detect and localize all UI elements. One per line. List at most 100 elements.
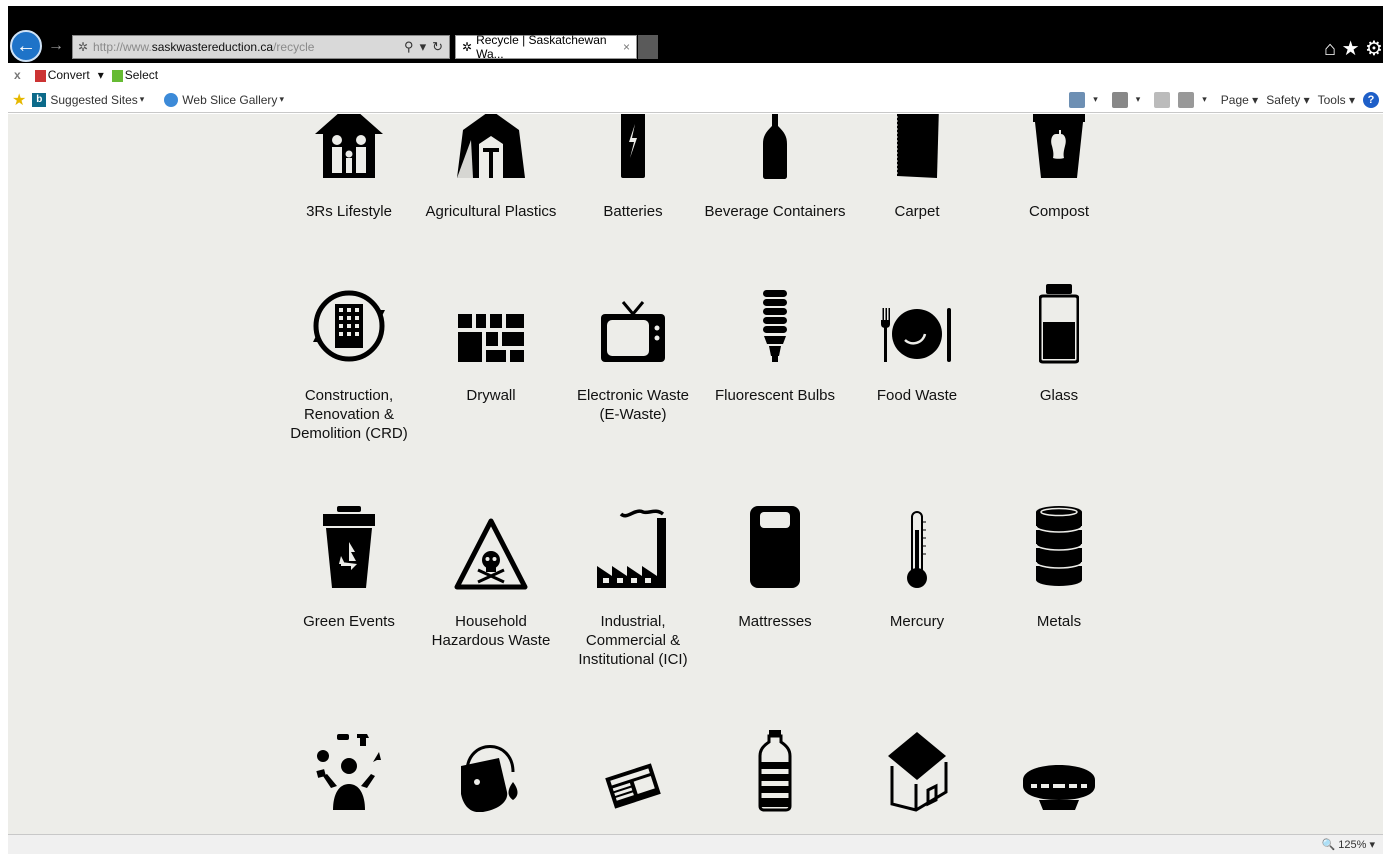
category-label-line: Construction, [304, 387, 394, 404]
category-label: Green Events [303, 613, 395, 630]
zoom-level: 125% [1338, 839, 1367, 851]
category-juggler[interactable] [278, 722, 420, 812]
tab-close-icon[interactable]: × [623, 40, 636, 54]
category-label: Metals [1036, 613, 1082, 630]
category-drywall[interactable]: Drywall [420, 274, 562, 405]
category-carpet[interactable]: Carpet [846, 114, 988, 221]
category-label: Compost [1028, 203, 1090, 220]
category-mercury[interactable]: Mercury [846, 500, 988, 631]
page-menu[interactable]: Page ▾ [1221, 93, 1258, 107]
category-batteries[interactable]: Batteries [562, 114, 704, 221]
help-icon[interactable]: ? [1363, 91, 1379, 108]
family-house-icon [315, 114, 383, 178]
category-metals[interactable]: Metals [988, 500, 1130, 631]
zoom-icon: 🔍 [1321, 839, 1336, 851]
pdf-convert-icon [34, 69, 46, 82]
barn-icon [457, 114, 525, 178]
rss-caret-icon[interactable]: ▾ [1136, 94, 1141, 105]
bottle-icon [763, 114, 787, 179]
category-label-line: Household [455, 613, 527, 630]
category-label: Drywall [466, 387, 516, 404]
category-label-line: Electronic Waste [577, 387, 689, 404]
plate-utensils-icon [881, 308, 951, 362]
metal-can-stack-icon [1035, 506, 1083, 586]
browser-tools[interactable]: ⌂ ★ ⚙ [1324, 36, 1383, 61]
compost-bin-icon [1033, 114, 1085, 178]
ie-icon [164, 92, 179, 107]
category-compost[interactable]: Compost [988, 114, 1130, 221]
print-icon[interactable] [1178, 91, 1195, 108]
address-bar[interactable]: ✲ http://www. saskwastereduction.ca/recyc… [72, 35, 450, 59]
category-food-waste[interactable]: Food Waste [846, 274, 988, 405]
category-label: Fluorescent Bulbs [714, 387, 836, 404]
battery-icon [621, 114, 645, 178]
plastic-bottle-icon [758, 730, 792, 812]
print-caret-icon[interactable]: ▾ [1202, 94, 1207, 105]
category-beverage-containers[interactable]: Beverage Containers [704, 114, 846, 221]
category-paint[interactable] [420, 722, 562, 812]
category-label: Food Waste [876, 387, 958, 404]
url-domain: saskwastereduction.ca [151, 40, 274, 54]
suggested-sites-link[interactable]: Suggested Sites [50, 93, 137, 107]
category-ici[interactable]: Industrial, Commercial & Institutional (IC… [562, 500, 704, 669]
mail-icon[interactable] [1154, 91, 1171, 108]
house-roof-icon [888, 732, 948, 812]
category-agricultural-plastics[interactable]: Agricultural Plastics [420, 114, 562, 221]
category-label: Mattresses [738, 613, 812, 630]
refresh-icon[interactable]: ↻ [432, 39, 443, 55]
category-label: 3Rs Lifestyle [306, 203, 392, 220]
category-green-events[interactable]: Green Events [278, 500, 420, 631]
category-plastics[interactable] [704, 722, 846, 812]
url-prefix: http://www. [93, 40, 152, 54]
new-tab-button[interactable] [638, 35, 658, 59]
convert-dropdown-icon[interactable]: ▾ [98, 68, 104, 82]
category-crd[interactable]: Construction, Renovation & Demolition (CRD… [278, 274, 420, 443]
category-smoke-detectors[interactable] [988, 722, 1130, 812]
dropdown-icon[interactable]: ▾ [420, 39, 427, 55]
zoom-control[interactable]: 🔍 125% ▾ [1322, 838, 1376, 851]
close-toolbar-icon[interactable]: x [14, 68, 21, 82]
web-slice-caret-icon[interactable]: ▾ [279, 94, 284, 105]
drywall-panels-icon [458, 314, 524, 362]
category-paper[interactable] [562, 722, 704, 812]
rss-feed-icon[interactable] [1111, 91, 1128, 108]
convert-button[interactable]: Convert [34, 68, 90, 82]
newspaper-icon [605, 763, 661, 809]
command-bar: x Convert ▾ Select [8, 63, 1383, 87]
juggling-person-icon [316, 734, 381, 810]
paint-can-pour-icon [461, 745, 518, 812]
category-label: Beverage Containers [704, 203, 846, 220]
building-cycle-icon [313, 290, 385, 362]
select-button[interactable]: Select [111, 68, 158, 82]
tab-recycle[interactable]: ✲ Recycle | Saskatchewan Wa... × [455, 33, 637, 61]
favorites-bar: ★ b Suggested Sites ▾ Web Slice Gallery … [8, 87, 1383, 113]
category-e-waste[interactable]: Electronic Waste (E-Waste) [562, 274, 704, 424]
site-favicon-icon: ✲ [77, 40, 89, 54]
status-bar: 🔍 125% ▾ [8, 834, 1383, 854]
category-household-hazardous-waste[interactable]: Household Hazardous Waste [420, 500, 562, 650]
category-3rs-lifestyle[interactable]: 3Rs Lifestyle [278, 114, 420, 221]
web-slice-gallery-link[interactable]: Web Slice Gallery [182, 93, 277, 107]
pdf-select-icon [111, 69, 123, 82]
suggested-sites-caret-icon[interactable]: ▾ [140, 94, 145, 105]
search-icon[interactable]: ⚲ [404, 39, 414, 55]
tab-favicon-icon: ✲ [462, 40, 473, 54]
back-button[interactable]: ← [10, 30, 42, 62]
category-label-line: Hazardous Waste [431, 632, 551, 649]
category-fluorescent-bulbs[interactable]: Fluorescent Bulbs [704, 274, 846, 405]
favorites-star-icon[interactable]: ★ [12, 90, 26, 110]
forward-button[interactable]: → [48, 37, 64, 55]
category-glass[interactable]: Glass [988, 274, 1130, 405]
glass-jar-icon [1039, 284, 1079, 364]
category-label-line: Industrial, [600, 613, 666, 630]
category-roofing[interactable] [846, 722, 988, 812]
home-star-gear-icons[interactable]: ⌂ ★ ⚙ [1324, 36, 1383, 61]
zoom-caret-icon: ▾ [1369, 839, 1375, 851]
carpet-icon [896, 114, 939, 178]
home-icon[interactable] [1069, 91, 1086, 108]
television-icon [601, 301, 665, 362]
home-caret-icon[interactable]: ▾ [1093, 94, 1098, 105]
category-mattresses[interactable]: Mattresses [704, 500, 846, 631]
safety-menu[interactable]: Safety ▾ [1266, 93, 1309, 107]
tools-menu[interactable]: Tools ▾ [1318, 93, 1355, 107]
